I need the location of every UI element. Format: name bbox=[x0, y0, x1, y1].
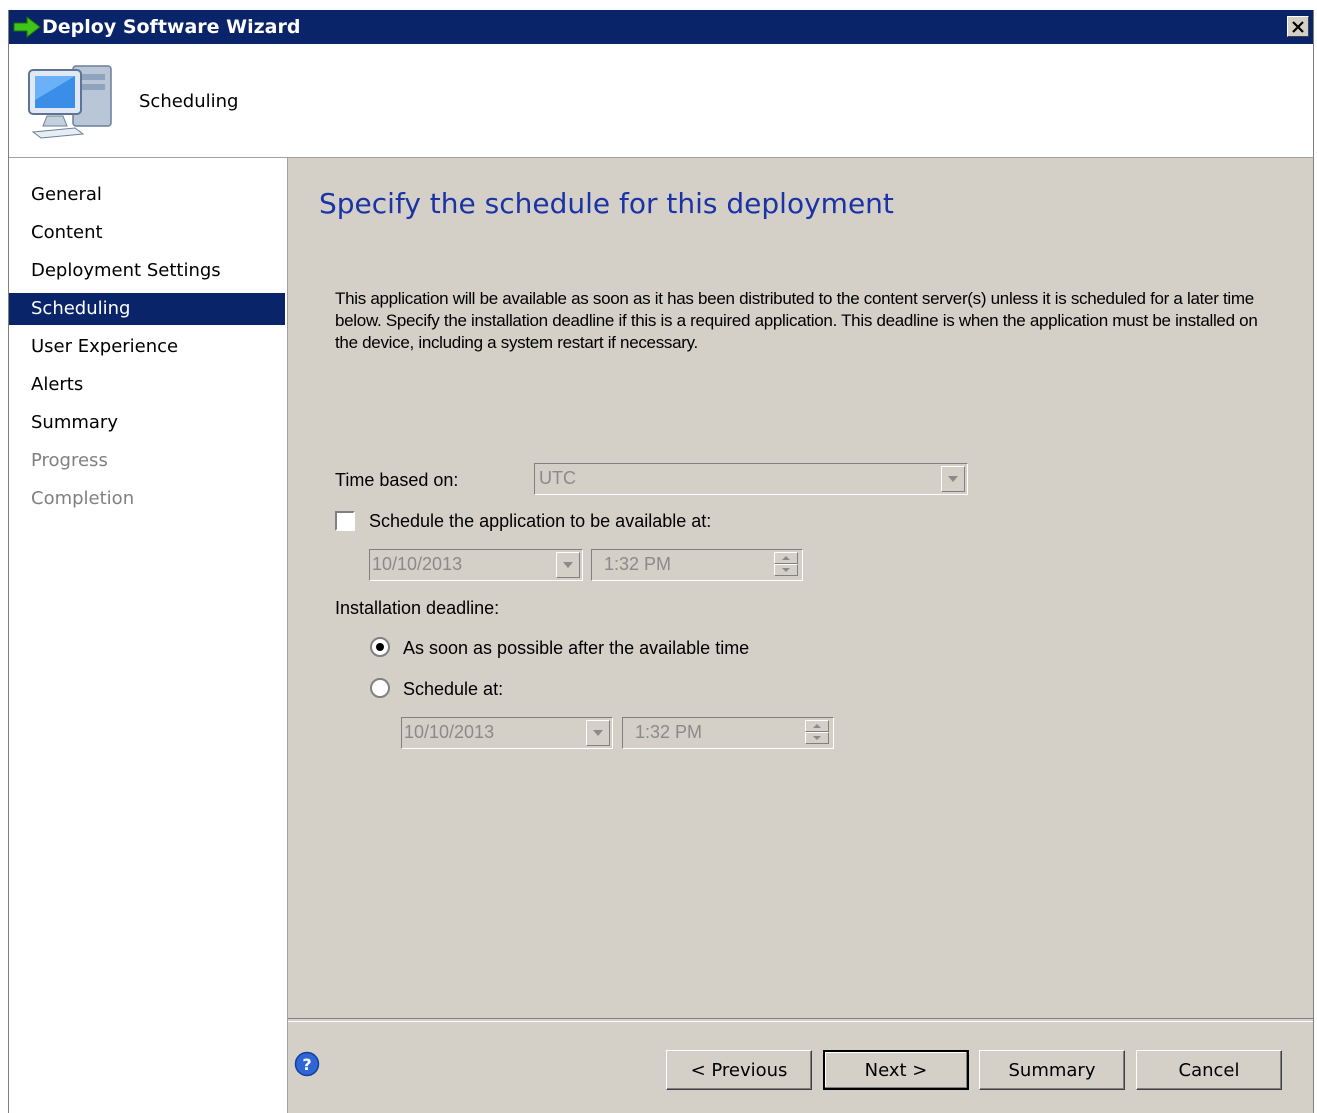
available-date-value: 10/10/2013 bbox=[372, 554, 463, 574]
schedule-available-checkbox[interactable] bbox=[335, 511, 355, 531]
page-description: This application will be available as so… bbox=[335, 289, 1258, 352]
spin-up-icon[interactable] bbox=[774, 552, 798, 564]
footer-divider bbox=[288, 1018, 1313, 1022]
chevron-down-icon bbox=[948, 476, 958, 482]
scheduling-page: Specify the schedule for this deployment… bbox=[288, 158, 1313, 1018]
step-deployment-settings[interactable]: Deployment Settings bbox=[9, 255, 285, 287]
step-user-experience[interactable]: User Experience bbox=[9, 331, 285, 363]
installation-deadline-label: Installation deadline: bbox=[335, 598, 500, 618]
chevron-down-icon bbox=[563, 562, 573, 568]
step-content[interactable]: Content bbox=[9, 217, 285, 249]
step-completion: Completion bbox=[31, 488, 135, 509]
wizard-window: Deploy Software Wizard Scheduling Genera… bbox=[8, 10, 1314, 1113]
help-icon[interactable]: ? bbox=[294, 1051, 320, 1077]
computer-icon bbox=[28, 65, 112, 139]
spin-down-icon[interactable] bbox=[805, 732, 829, 744]
deadline-time-picker[interactable]: 1:32 PM bbox=[622, 717, 834, 749]
cancel-button[interactable]: Cancel bbox=[1136, 1050, 1282, 1090]
deadline-date-picker[interactable]: 10/10/2013 bbox=[401, 717, 613, 749]
wizard-header: Scheduling bbox=[9, 44, 1313, 158]
deadline-time-spinner[interactable] bbox=[805, 720, 831, 746]
window-title: Deploy Software Wizard bbox=[42, 16, 301, 38]
step-summary[interactable]: Summary bbox=[9, 407, 285, 439]
svg-text:?: ? bbox=[302, 1055, 311, 1074]
time-based-dropdown-button[interactable] bbox=[941, 466, 965, 492]
deadline-date-value: 10/10/2013 bbox=[404, 722, 495, 742]
wizard-step-list: General Content Deployment Settings Sche… bbox=[9, 158, 288, 1113]
step-alerts[interactable]: Alerts bbox=[9, 369, 285, 401]
available-time-value: 1:32 PM bbox=[604, 554, 672, 574]
schedule-available-label: Schedule the application to be available… bbox=[369, 511, 712, 531]
asap-radio[interactable] bbox=[370, 637, 390, 657]
close-button[interactable] bbox=[1287, 16, 1309, 37]
deadline-time-value: 1:32 PM bbox=[635, 722, 703, 742]
schedule-at-label: Schedule at: bbox=[403, 679, 504, 699]
next-button[interactable]: Next > bbox=[823, 1050, 969, 1090]
available-date-dropdown-button[interactable] bbox=[556, 552, 580, 578]
available-date-picker[interactable]: 10/10/2013 bbox=[369, 549, 583, 581]
deadline-date-dropdown-button[interactable] bbox=[586, 720, 610, 746]
step-progress: Progress bbox=[31, 450, 108, 471]
close-icon bbox=[1292, 20, 1304, 33]
time-based-value: UTC bbox=[539, 468, 576, 488]
title-bar: Deploy Software Wizard bbox=[9, 10, 1313, 44]
time-based-select[interactable]: UTC bbox=[534, 463, 968, 495]
header-title: Scheduling bbox=[139, 91, 239, 112]
chevron-down-icon bbox=[593, 730, 603, 736]
spin-up-icon[interactable] bbox=[805, 720, 829, 732]
step-general[interactable]: General bbox=[9, 179, 285, 211]
green-arrow-icon bbox=[13, 16, 41, 38]
spin-down-icon[interactable] bbox=[774, 564, 798, 576]
schedule-at-radio[interactable] bbox=[370, 678, 390, 698]
available-time-spinner[interactable] bbox=[774, 552, 800, 578]
step-scheduling[interactable]: Scheduling bbox=[9, 293, 285, 325]
previous-button[interactable]: < Previous bbox=[666, 1050, 812, 1090]
available-time-picker[interactable]: 1:32 PM bbox=[591, 549, 803, 581]
time-based-label: Time based on: bbox=[335, 470, 459, 490]
asap-label: As soon as possible after the available … bbox=[403, 638, 750, 658]
summary-button[interactable]: Summary bbox=[979, 1050, 1125, 1090]
page-title: Specify the schedule for this deployment bbox=[319, 187, 894, 220]
